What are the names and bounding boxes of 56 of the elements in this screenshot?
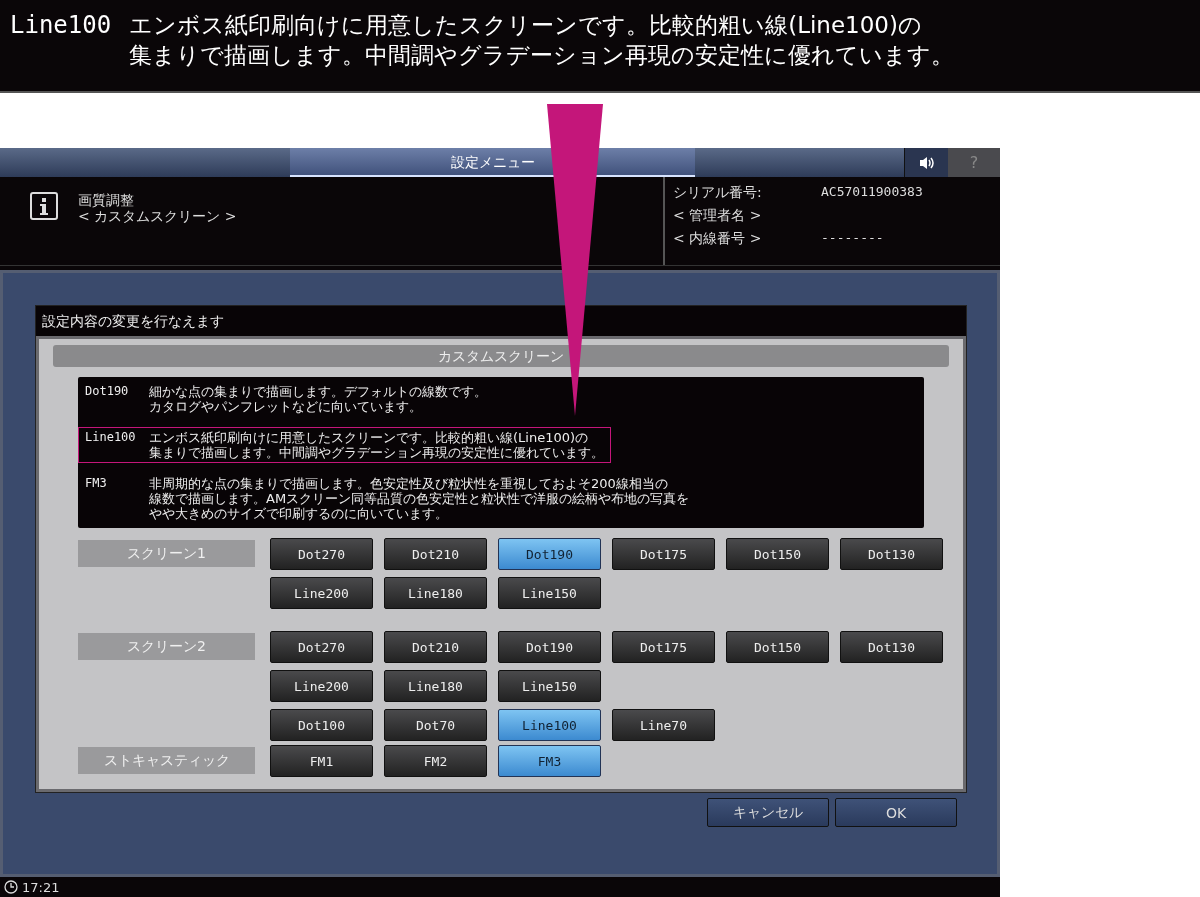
screen-option-button[interactable]: Line180 bbox=[384, 670, 487, 702]
screen-option-button[interactable]: Line200 bbox=[270, 577, 373, 609]
description-text: 線数で描画します。AMスクリーン同等品質の色安定性と粒状性で洋服の絵柄や布地の写真を bbox=[149, 491, 690, 506]
dialog-title-bar: カスタムスクリーン bbox=[53, 345, 949, 367]
cancel-button[interactable]: キャンセル bbox=[707, 798, 829, 827]
screen-option-button[interactable]: Line100 bbox=[498, 709, 601, 741]
message-text: 設定内容の変更を行なえます bbox=[41, 312, 225, 331]
screen-option-button[interactable]: Line200 bbox=[270, 670, 373, 702]
screen-option-button[interactable]: Dot210 bbox=[384, 538, 487, 570]
screen-option-button[interactable]: Dot130 bbox=[840, 538, 943, 570]
clock-time: 17:21 bbox=[22, 879, 60, 895]
screen-option-button[interactable]: Dot175 bbox=[612, 631, 715, 663]
info-label: < 内線番号 > bbox=[673, 229, 763, 247]
screen-option-button[interactable]: Line150 bbox=[498, 577, 601, 609]
callout-text: エンボス紙印刷向けに用意したスクリーンです。比較的粗い線(Line100)の bbox=[129, 11, 923, 40]
screen-option-button[interactable]: Line70 bbox=[612, 709, 715, 741]
screen-option-button[interactable]: FM2 bbox=[384, 745, 487, 777]
screen-option-button[interactable]: Dot150 bbox=[726, 631, 829, 663]
screen-option-button[interactable]: Line150 bbox=[498, 670, 601, 702]
info-label: < 管理者名 > bbox=[673, 206, 763, 224]
description-text: エンボス紙印刷向けに用意したスクリーンです。比較的粗い線(Line100)の bbox=[149, 430, 590, 445]
group-label: スクリーン2 bbox=[78, 633, 255, 660]
description-text: やや大きめのサイズで印刷するのに向いています。 bbox=[149, 506, 449, 521]
screen-option-button[interactable]: Dot270 bbox=[270, 631, 373, 663]
description-term: Dot190 bbox=[85, 384, 130, 400]
screen-option-button[interactable]: Dot190 bbox=[498, 631, 601, 663]
ok-button[interactable]: OK bbox=[835, 798, 957, 827]
screen-option-button[interactable]: Dot70 bbox=[384, 709, 487, 741]
screen-option-button[interactable]: Dot270 bbox=[270, 538, 373, 570]
screen-option-button[interactable]: FM1 bbox=[270, 745, 373, 777]
info-label: シリアル番号: bbox=[673, 183, 763, 201]
screen-option-button[interactable]: Line180 bbox=[384, 577, 487, 609]
screen-option-button[interactable]: FM3 bbox=[498, 745, 601, 777]
info-value: -------- bbox=[821, 229, 884, 247]
callout-text: 集まりで描画します。中間調やグラデーション再現の安定性に優れています。 bbox=[129, 41, 955, 70]
description-term: FM3 bbox=[85, 476, 108, 492]
callout-term: Line100 bbox=[10, 10, 112, 41]
group-label: ストキャスティック bbox=[78, 747, 255, 774]
screen-option-button[interactable]: Dot175 bbox=[612, 538, 715, 570]
screen-option-button[interactable]: Dot210 bbox=[384, 631, 487, 663]
info-icon bbox=[30, 192, 58, 220]
screen-subtitle: < カスタムスクリーン > bbox=[78, 208, 237, 224]
screen-title: 画質調整 bbox=[78, 192, 135, 208]
clock-icon bbox=[4, 880, 18, 894]
speaker-icon[interactable] bbox=[904, 148, 948, 177]
description-text: 非周期的な点の集まりで描画します。色安定性及び粒状性を重視しておよそ200線相当の bbox=[149, 476, 669, 491]
screen-option-button[interactable]: Dot100 bbox=[270, 709, 373, 741]
info-value: AC57011900383 bbox=[821, 183, 923, 201]
screen-option-button[interactable]: Dot130 bbox=[840, 631, 943, 663]
screen-option-button[interactable]: Dot150 bbox=[726, 538, 829, 570]
screen-option-button[interactable]: Dot190 bbox=[498, 538, 601, 570]
description-text: カタログやパンフレットなどに向いています。 bbox=[149, 399, 423, 414]
description-term: Line100 bbox=[85, 430, 137, 446]
group-label: スクリーン1 bbox=[78, 540, 255, 567]
description-text: 細かな点の集まりで描画します。デフォルトの線数です。 bbox=[149, 384, 487, 399]
description-text: 集まりで描画します。中間調やグラデーション再現の安定性に優れています。 bbox=[149, 445, 604, 460]
